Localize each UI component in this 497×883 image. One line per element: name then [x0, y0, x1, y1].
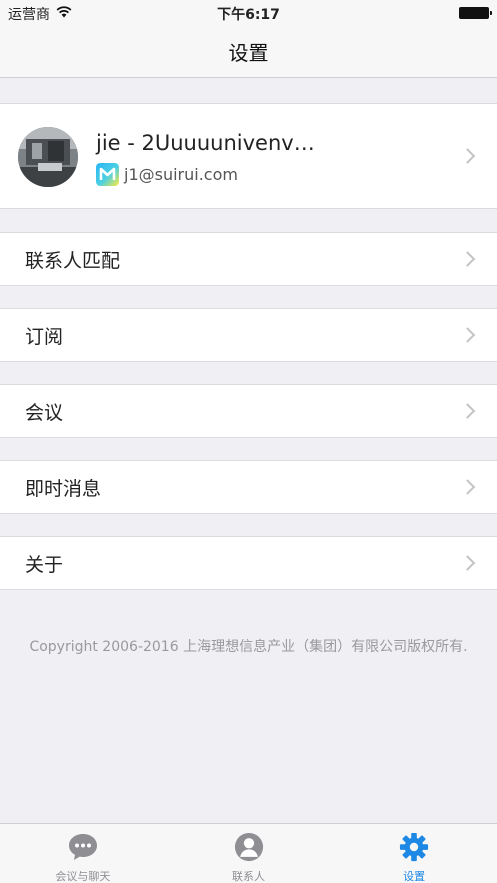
- tab-label: 会议与聊天: [55, 870, 111, 883]
- menu-item-label: 联系人匹配: [25, 249, 121, 272]
- menu-item-label: 关于: [25, 553, 64, 576]
- menu-item-contact-match[interactable]: 联系人匹配: [0, 232, 497, 286]
- status-time: 下午6:17: [217, 7, 280, 23]
- menu-item-label: 即时消息: [25, 477, 102, 500]
- profile-name: jie - 2Uuuuunivenv…: [96, 131, 315, 155]
- menu-item-about[interactable]: 关于: [0, 536, 497, 590]
- avatar: [18, 127, 78, 187]
- copyright-text: Copyright 2006-2016 上海理想信息产业（集团）有限公司版权所有…: [29, 639, 468, 655]
- tab-bar: 会议与聊天 联系人 设置: [0, 823, 497, 883]
- menu-item-instant-message[interactable]: 即时消息: [0, 460, 497, 514]
- gear-icon: [398, 832, 430, 865]
- tab-contacts[interactable]: 联系人: [166, 824, 332, 883]
- tab-settings[interactable]: 设置: [331, 824, 497, 883]
- tab-label: 设置: [403, 870, 426, 883]
- profile-row[interactable]: jie - 2Uuuuunivenv… j1@suirui.com: [0, 103, 497, 209]
- contact-icon: [233, 832, 265, 865]
- profile-email-line: j1@suirui.com: [96, 163, 238, 186]
- menu-item-label: 订阅: [25, 325, 64, 348]
- profile-email: j1@suirui.com: [124, 165, 238, 184]
- tab-label: 联系人: [232, 870, 265, 883]
- page-title: 设置: [228, 41, 269, 65]
- navigation-bar: 设置: [0, 26, 497, 78]
- app-logo-icon: [96, 163, 119, 186]
- tab-meetings-chat[interactable]: 会议与聊天: [0, 824, 166, 883]
- menu-item-subscription[interactable]: 订阅: [0, 308, 497, 362]
- battery-icon: [459, 7, 492, 19]
- status-bar: 运营商 下午6:17: [0, 0, 497, 26]
- menu-item-meeting[interactable]: 会议: [0, 384, 497, 438]
- chat-bubble-icon: [67, 832, 99, 865]
- chevron-right-icon: [459, 148, 476, 164]
- menu-item-label: 会议: [25, 401, 64, 424]
